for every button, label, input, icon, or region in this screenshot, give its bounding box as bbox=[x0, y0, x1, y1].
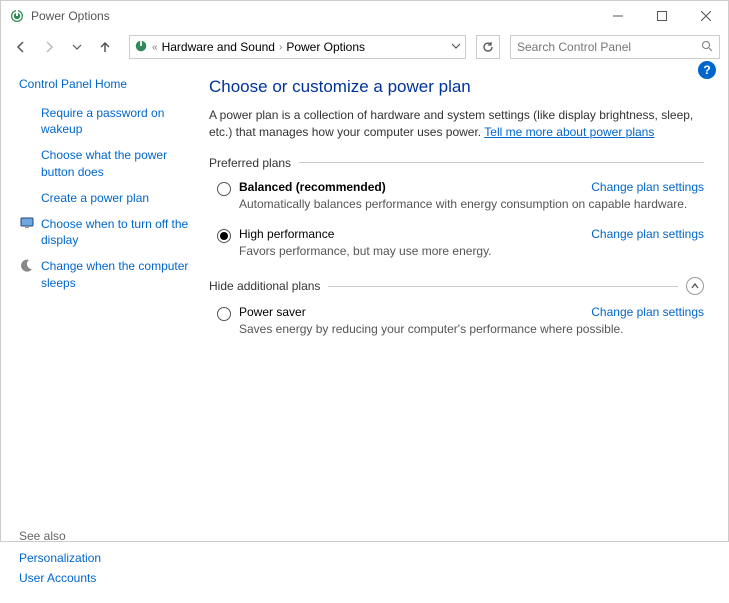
control-panel-home-link[interactable]: Control Panel Home bbox=[19, 77, 189, 91]
refresh-button[interactable] bbox=[476, 35, 500, 59]
navbar: « Hardware and Sound › Power Options Sea… bbox=[1, 31, 728, 63]
address-bar[interactable]: « Hardware and Sound › Power Options bbox=[129, 35, 466, 59]
plan-high-performance: High performance Change plan settings Fa… bbox=[209, 227, 704, 260]
change-plan-settings-link[interactable]: Change plan settings bbox=[591, 180, 704, 194]
maximize-button[interactable] bbox=[640, 1, 684, 31]
hide-additional-plans-header[interactable]: Hide additional plans bbox=[209, 277, 704, 295]
preferred-plans-header: Preferred plans bbox=[209, 156, 704, 170]
up-button[interactable] bbox=[93, 35, 117, 59]
plan-balanced: Balanced (recommended) Change plan setti… bbox=[209, 180, 704, 213]
plan-name: Balanced (recommended) bbox=[239, 180, 386, 194]
radio-high-performance[interactable] bbox=[217, 229, 231, 243]
address-dropdown-button[interactable] bbox=[451, 40, 461, 54]
page-title: Choose or customize a power plan bbox=[209, 77, 704, 97]
main-content: Choose or customize a power plan A power… bbox=[201, 63, 728, 603]
search-placeholder: Search Control Panel bbox=[517, 40, 701, 54]
sidebar-link-label: Change when the computer sleeps bbox=[41, 258, 189, 290]
breadcrumb-item[interactable]: Hardware and Sound bbox=[162, 40, 275, 54]
chevron-right-icon: › bbox=[279, 42, 282, 53]
search-icon bbox=[701, 40, 713, 55]
plan-name: Power saver bbox=[239, 305, 306, 319]
moon-icon bbox=[19, 258, 35, 272]
power-options-icon bbox=[9, 8, 25, 24]
breadcrumb-item[interactable]: Power Options bbox=[286, 40, 365, 54]
sidebar-link-label: Create a power plan bbox=[41, 190, 149, 206]
search-input[interactable]: Search Control Panel bbox=[510, 35, 720, 59]
see-also: See also Personalization User Accounts bbox=[19, 529, 101, 591]
sidebar-link-label: Choose what the power button does bbox=[41, 147, 189, 179]
intro-text: A power plan is a collection of hardware… bbox=[209, 107, 704, 142]
sidebar-link-wakeup-password[interactable]: Require a password on wakeup bbox=[19, 105, 189, 137]
breadcrumb-root-chevron[interactable]: « bbox=[152, 42, 158, 53]
sidebar-link-display-off[interactable]: Choose when to turn off the display bbox=[19, 216, 189, 248]
tell-me-more-link[interactable]: Tell me more about power plans bbox=[484, 125, 654, 139]
plan-description: Automatically balances performance with … bbox=[239, 196, 704, 213]
plan-description: Favors performance, but may use more ene… bbox=[239, 243, 704, 260]
window-title: Power Options bbox=[31, 9, 110, 23]
minimize-button[interactable] bbox=[596, 1, 640, 31]
radio-balanced[interactable] bbox=[217, 182, 231, 196]
titlebar: Power Options bbox=[1, 1, 728, 31]
see-also-user-accounts[interactable]: User Accounts bbox=[19, 571, 101, 585]
sidebar: Control Panel Home Require a password on… bbox=[1, 63, 201, 603]
radio-power-saver[interactable] bbox=[217, 307, 231, 321]
chevron-up-icon[interactable] bbox=[686, 277, 704, 295]
power-options-icon bbox=[134, 39, 148, 56]
recent-locations-button[interactable] bbox=[65, 35, 89, 59]
sidebar-link-sleep[interactable]: Change when the computer sleeps bbox=[19, 258, 189, 290]
plan-name: High performance bbox=[239, 227, 334, 241]
sidebar-link-create-plan[interactable]: Create a power plan bbox=[19, 190, 189, 206]
change-plan-settings-link[interactable]: Change plan settings bbox=[591, 305, 704, 319]
sidebar-link-label: Choose when to turn off the display bbox=[41, 216, 189, 248]
close-button[interactable] bbox=[684, 1, 728, 31]
plan-description: Saves energy by reducing your computer's… bbox=[239, 321, 704, 338]
change-plan-settings-link[interactable]: Change plan settings bbox=[591, 227, 704, 241]
forward-button[interactable] bbox=[37, 35, 61, 59]
plan-power-saver: Power saver Change plan settings Saves e… bbox=[209, 305, 704, 338]
sidebar-link-label: Require a password on wakeup bbox=[41, 105, 189, 137]
monitor-icon bbox=[19, 216, 35, 230]
sidebar-link-power-button[interactable]: Choose what the power button does bbox=[19, 147, 189, 179]
see-also-personalization[interactable]: Personalization bbox=[19, 551, 101, 565]
back-button[interactable] bbox=[9, 35, 33, 59]
see-also-header: See also bbox=[19, 529, 101, 543]
